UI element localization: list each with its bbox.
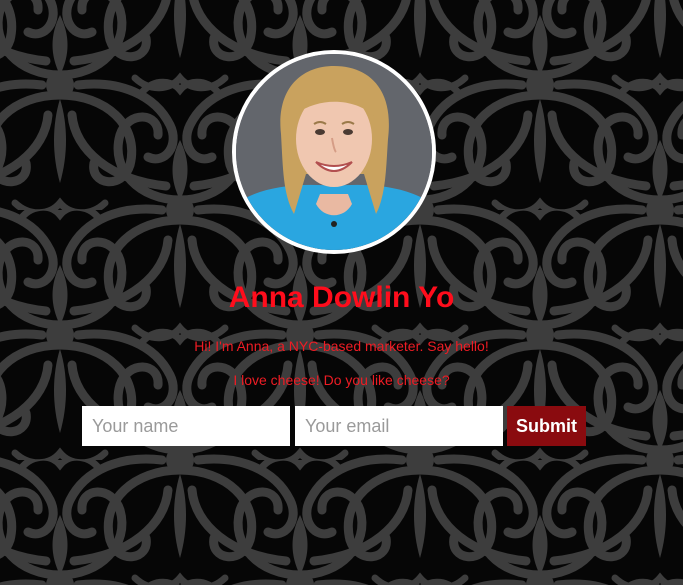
profile-photo bbox=[232, 50, 436, 254]
profile-name: Anna Dowlin Yo bbox=[228, 281, 455, 314]
email-input[interactable] bbox=[295, 406, 503, 446]
landing-page: Anna Dowlin Yo Hi! I'm Anna, a NYC-based… bbox=[0, 0, 683, 585]
name-input[interactable] bbox=[82, 406, 290, 446]
submit-button[interactable]: Submit bbox=[507, 406, 586, 446]
profile-photo-portrait bbox=[236, 54, 432, 250]
profile-card: Anna Dowlin Yo Hi! I'm Anna, a NYC-based… bbox=[0, 0, 683, 585]
bio-line-1: Hi! I'm Anna, a NYC-based marketer. Say … bbox=[194, 338, 489, 354]
bio-line-2: I love cheese! Do you like cheese? bbox=[233, 372, 450, 388]
